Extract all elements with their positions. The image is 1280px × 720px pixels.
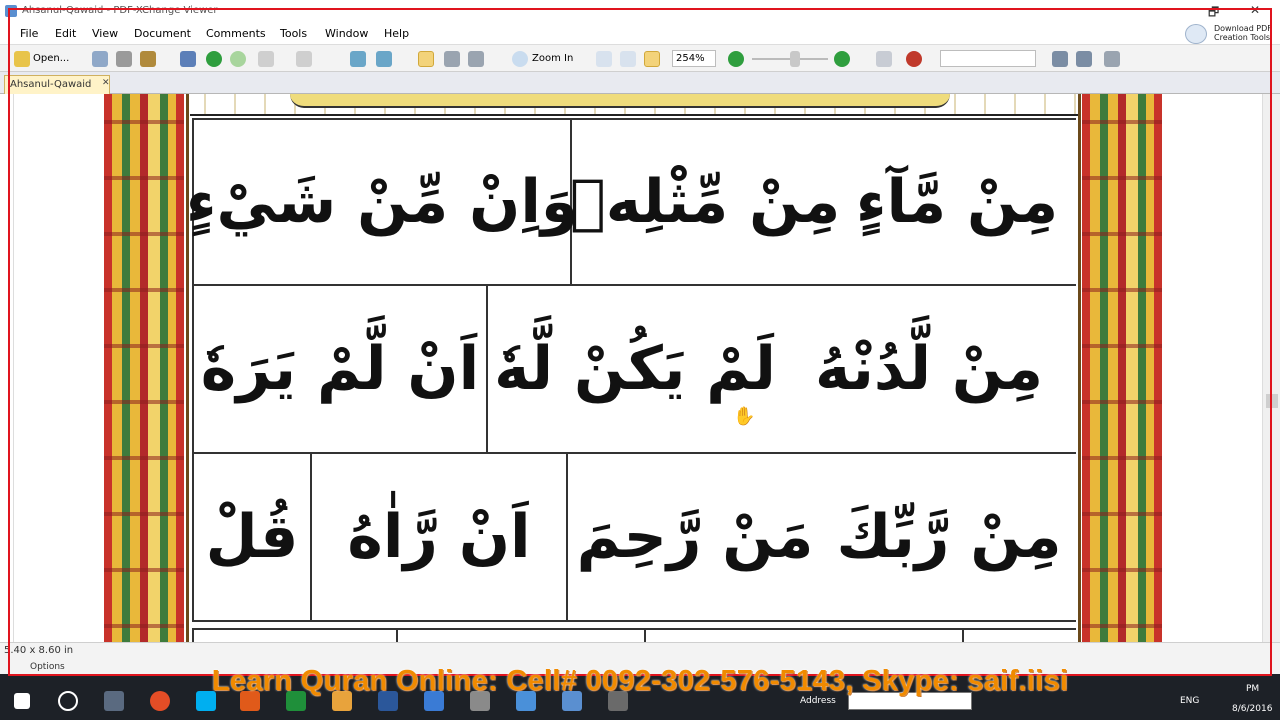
video-frame-border — [8, 8, 1272, 676]
promo-banner: Learn Quran Online: Cell# 0092-302-576-5… — [211, 665, 1069, 697]
clock-date[interactable]: 8/6/2016 — [1232, 704, 1272, 714]
